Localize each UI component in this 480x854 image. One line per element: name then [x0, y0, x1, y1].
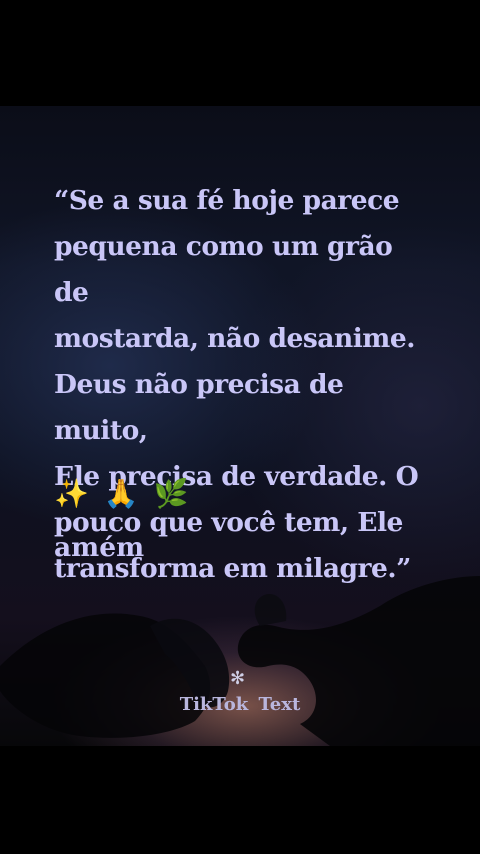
watermark-label: TikTok Text — [179, 694, 301, 715]
praying-hands-icon: 🙏 — [103, 477, 139, 510]
emoji-row: ✨ 🙏 🌿 — [54, 474, 194, 514]
sparkles-icon: ✨ — [54, 477, 89, 510]
post-image: “Se a sua fé hoje parece pequena como um… — [0, 106, 480, 746]
watermark-star-icon: ✻ — [230, 668, 246, 689]
closing-word: amém — [54, 532, 145, 563]
herb-icon: 🌿 — [153, 477, 189, 510]
